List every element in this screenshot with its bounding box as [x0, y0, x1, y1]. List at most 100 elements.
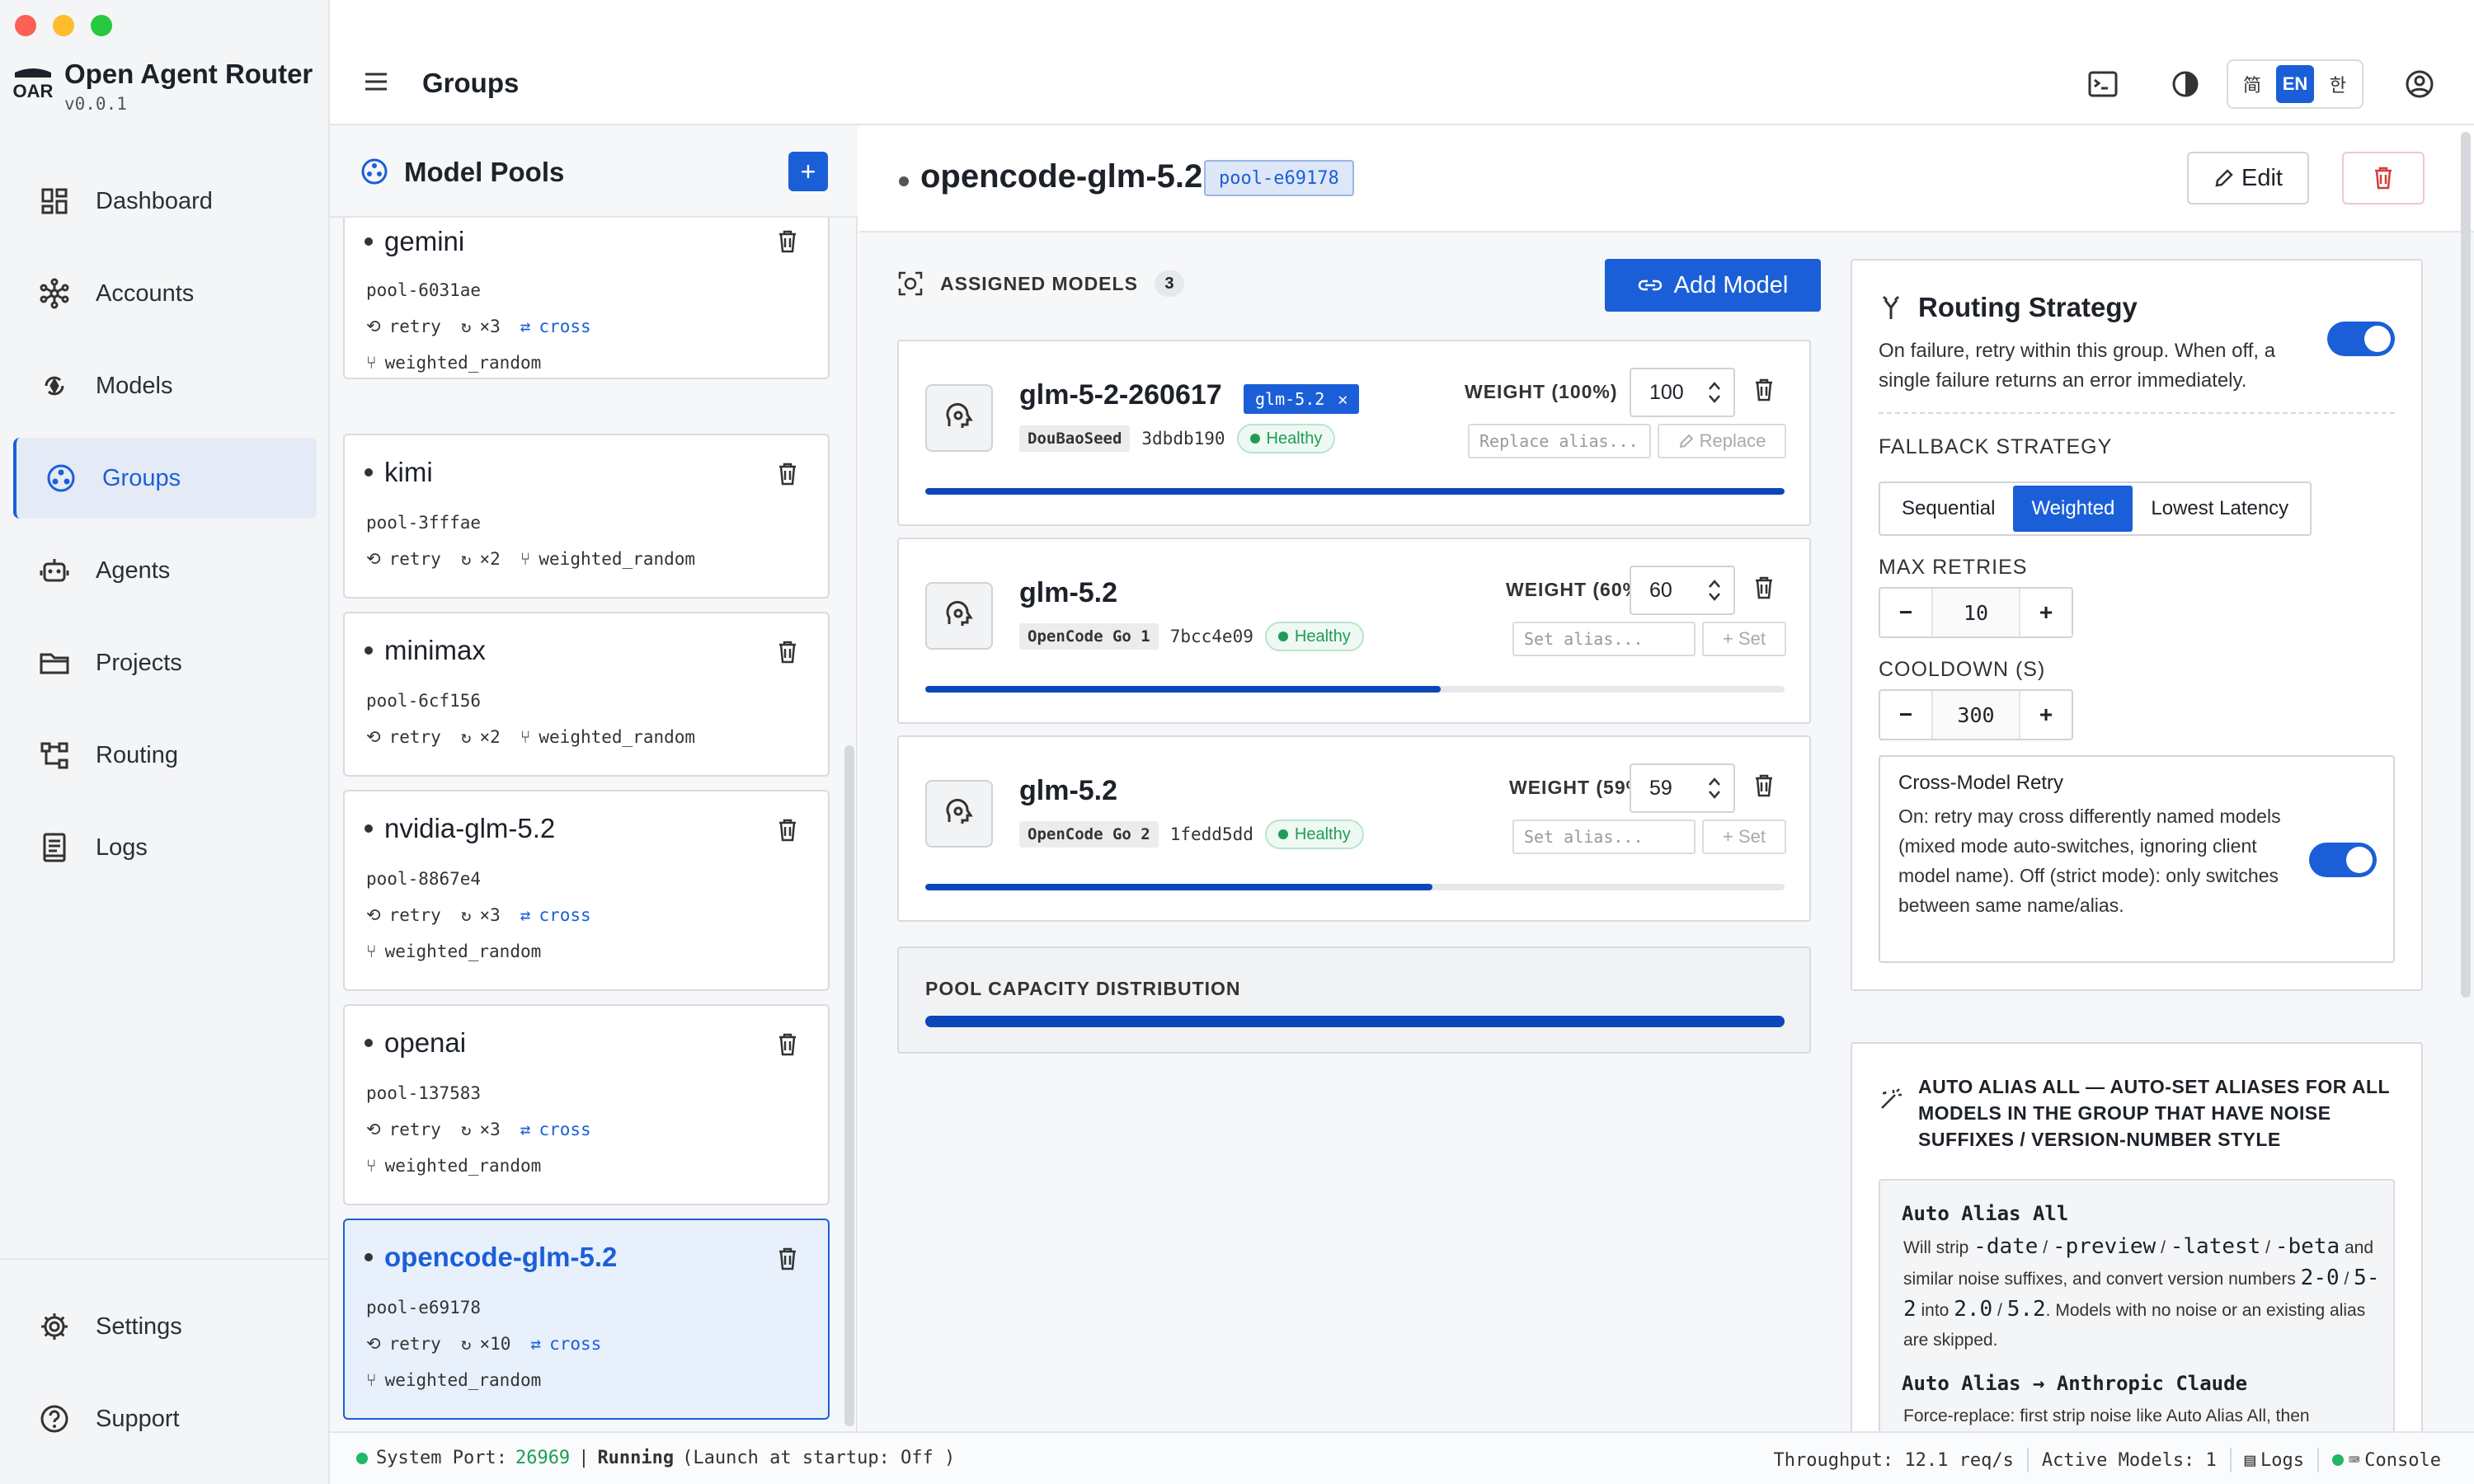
max-retries-label: MAX RETRIES [1879, 556, 2028, 579]
logs-label: Logs [2260, 1449, 2305, 1471]
weight-input[interactable]: 100 [1630, 368, 1735, 417]
pool-card-minimax[interactable]: minimax pool-6cf156 ⟲ retry ↻ ×2 ⑂ weighted… [343, 612, 830, 777]
swap-icon: ⇄ [520, 1120, 531, 1139]
pool-card-nvidia-glm-5-2[interactable]: nvidia-glm-5.2 pool-8867e4 ⟲ retry ↻ ×3 ⇄ c… [343, 790, 830, 991]
terminal-icon: ⌨ [2349, 1449, 2360, 1471]
weight-bar-fill [925, 884, 1432, 890]
pool-strategy: weighted_random [384, 942, 542, 961]
running-status: Running [597, 1448, 675, 1468]
set-alias-button[interactable]: + Set [1702, 622, 1786, 656]
weight-input[interactable]: 59 [1630, 763, 1735, 813]
refresh-icon: ↻ [460, 727, 472, 747]
trash-icon[interactable] [1753, 773, 1775, 798]
sidebar-item-agents[interactable]: Agents [13, 530, 317, 611]
pool-name-text: nvidia-glm-5.2 [384, 813, 556, 843]
decrement-button[interactable]: − [1880, 599, 1931, 626]
console-button[interactable]: ⌨ Console [2332, 1450, 2441, 1471]
pool-strategy-meta: ⑂ weighted_random [366, 942, 541, 961]
window-close-button[interactable] [15, 15, 36, 36]
window-minimize-button[interactable] [53, 15, 74, 36]
terminal-icon[interactable] [2085, 66, 2121, 102]
pool-retry-count: ×3 [479, 1120, 501, 1139]
alias-input[interactable]: Replace alias... [1468, 424, 1651, 458]
trash-icon[interactable] [777, 1032, 798, 1057]
decrement-button[interactable]: − [1880, 702, 1931, 728]
sidebar-item-models[interactable]: Models [13, 345, 317, 426]
model-pools-header: Model Pools + [330, 125, 858, 218]
pool-card-opencode-glm-5-2[interactable]: opencode-glm-5.2 pool-e69178 ⟲ retry ↻ ×10… [343, 1219, 830, 1420]
increment-button[interactable]: + [2020, 702, 2072, 728]
user-icon[interactable] [2401, 66, 2438, 102]
spinner-icon[interactable] [1707, 775, 1722, 801]
status-right: Throughput: 12.1 req/s Active Models: 1 … [1773, 1448, 2441, 1472]
status-badge: Healthy [1264, 622, 1364, 651]
theme-toggle-icon[interactable] [2167, 66, 2204, 102]
cross-model-title: Cross-Model Retry [1898, 772, 2064, 794]
set-alias-button[interactable]: + Set [1702, 819, 1786, 854]
brain-head-icon [946, 798, 973, 824]
active-models: Active Models: 1 [2041, 1449, 2217, 1471]
replace-alias-button[interactable]: Replace [1658, 424, 1786, 458]
branch-icon: ⑂ [520, 549, 531, 569]
status-bar: System Port: 26969 | Running (Launch at … [330, 1431, 2474, 1484]
pool-retry-meta: ⟲ retry ↻ ×3 ⇄ cross [366, 1120, 591, 1139]
pool-strategy: weighted_random [539, 549, 696, 569]
model-hash: 3dbdb190 [1141, 429, 1225, 448]
delete-pool-button[interactable] [2342, 152, 2425, 204]
lang-ko-button[interactable]: 한 [2319, 65, 2357, 103]
trash-icon[interactable] [777, 1247, 798, 1271]
alias-input[interactable]: Set alias... [1512, 622, 1696, 656]
pool-card-openai[interactable]: openai pool-137583 ⟲ retry ↻ ×3 ⇄ cross ⑂ we… [343, 1004, 830, 1205]
sidebar-item-dashboard[interactable]: Dashboard [13, 161, 317, 242]
auto-alias-card: AUTO ALIAS ALL — AUTO-SET ALIASES FOR AL… [1851, 1042, 2423, 1443]
window-maximize-button[interactable] [91, 15, 112, 36]
spinner-icon[interactable] [1707, 577, 1722, 603]
lang-en-button[interactable]: EN [2276, 65, 2314, 103]
sidebar-item-logs[interactable]: Logs [13, 807, 317, 888]
sidebar-item-accounts[interactable]: Accounts [13, 253, 317, 334]
auto-alias-claude-heading: Auto Alias → Anthropic Claude [1902, 1372, 2248, 1395]
pool-strategy-meta: ⑂ weighted_random [366, 1370, 541, 1390]
trash-icon[interactable] [777, 640, 798, 665]
link-icon [1638, 279, 1662, 291]
trash-icon[interactable] [777, 229, 798, 254]
app-name: Open Agent Router [64, 59, 313, 89]
pool-card-kimi[interactable]: kimi pool-3fffae ⟲ retry ↻ ×2 ⑂ weighted_ra… [343, 434, 830, 599]
sidebar-item-support[interactable]: Support [13, 1378, 317, 1459]
menu-icon[interactable] [363, 71, 389, 92]
remove-alias-icon[interactable]: ✕ [1338, 389, 1348, 409]
trash-icon[interactable] [1753, 378, 1775, 402]
pool-id: pool-137583 [366, 1083, 482, 1103]
swap-icon: ⇄ [530, 1334, 542, 1354]
trash-icon[interactable] [777, 462, 798, 486]
add-pool-button[interactable]: + [788, 152, 828, 191]
desc-text: Will strip [1903, 1238, 1969, 1257]
trash-icon[interactable] [1753, 575, 1775, 600]
sidebar-item-projects[interactable]: Projects [13, 622, 317, 703]
logs-button[interactable]: ▤ Logs [2245, 1450, 2304, 1471]
spinner-icon[interactable] [1707, 379, 1722, 406]
fallback-option-weighted[interactable]: Weighted [2013, 486, 2133, 532]
sidebar-item-groups[interactable]: Groups [13, 438, 317, 519]
weight-input[interactable]: 60 [1630, 566, 1735, 615]
model-meta: OpenCode Go 2 1fedd5dd Healthy [1019, 819, 1364, 849]
max-retries-value[interactable]: 10 [1931, 589, 2020, 636]
edit-button[interactable]: Edit [2187, 152, 2309, 204]
main-scrollbar[interactable] [2461, 132, 2471, 998]
pools-scrollbar[interactable] [844, 745, 854, 1426]
add-model-button[interactable]: Add Model [1605, 259, 1821, 312]
routing-enabled-toggle[interactable] [2327, 322, 2395, 356]
pool-id: pool-8867e4 [366, 869, 482, 889]
fallback-option-sequential[interactable]: Sequential [1884, 486, 2013, 532]
pool-card-gemini[interactable]: gemini pool-6031ae ⟲ retry ↻ ×3 ⇄ cross ⑂ we… [343, 218, 830, 379]
increment-button[interactable]: + [2020, 599, 2072, 626]
cooldown-value[interactable]: 300 [1931, 691, 2020, 739]
sidebar-item-settings[interactable]: Settings [13, 1286, 317, 1367]
trash-icon[interactable] [777, 818, 798, 843]
sidebar-item-routing[interactable]: Routing [13, 715, 317, 796]
lang-zh-button[interactable]: 简 [2233, 65, 2271, 103]
alias-input[interactable]: Set alias... [1512, 819, 1696, 854]
edit-label: Edit [2241, 164, 2283, 191]
cross-model-toggle[interactable] [2309, 843, 2377, 877]
fallback-option-lowest-latency[interactable]: Lowest Latency [2133, 486, 2307, 532]
